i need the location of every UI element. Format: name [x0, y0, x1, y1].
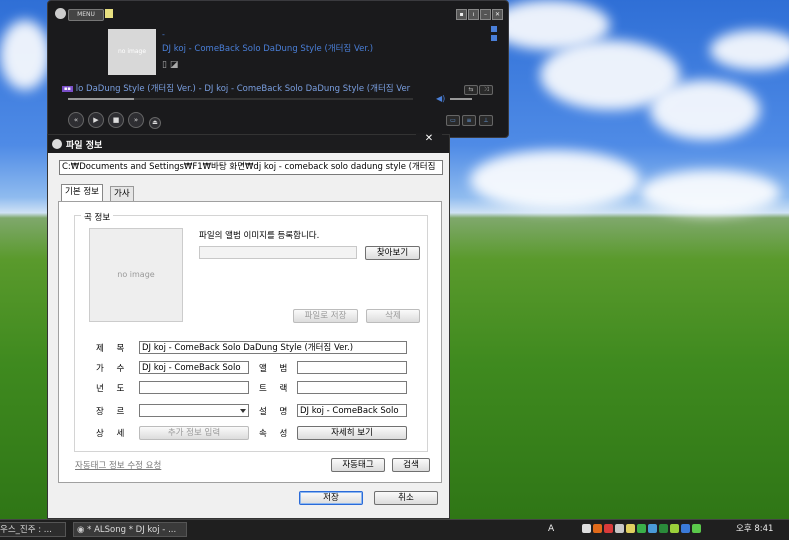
tray-icon[interactable]: [648, 524, 657, 533]
auto-tag-request-link[interactable]: 자동태그 정보 수정 요청: [75, 459, 161, 471]
taskbar-item-alsong[interactable]: ◉ * ALSong * DJ koj - ...: [73, 522, 187, 537]
seek-bar[interactable]: [68, 98, 413, 100]
tray-icon[interactable]: [582, 524, 591, 533]
browse-button[interactable]: 찾아보기: [365, 246, 420, 260]
repeat-button[interactable]: ⇆: [464, 85, 478, 95]
group-label: 곡 정보: [81, 211, 114, 223]
playlist-button[interactable]: ▭: [446, 115, 460, 126]
language-indicator[interactable]: A: [548, 522, 554, 537]
view-details-button[interactable]: 자세히 보기: [297, 426, 407, 440]
artist-field[interactable]: DJ koj - ComeBack Solo: [139, 361, 249, 374]
extra-info-button[interactable]: 추가 정보 입력: [139, 426, 249, 440]
taskbar-item-1[interactable]: 우스_진주 : ...: [0, 522, 66, 537]
save-button[interactable]: 저장: [299, 491, 363, 505]
album-label: 앨 범: [259, 364, 293, 374]
shuffle-button[interactable]: ⤨: [479, 85, 493, 95]
property-label: 속 성: [259, 429, 293, 439]
cloud: [640, 170, 780, 215]
file-info-dialog: 파일 정보 ✕ C:₩Documents and Settings₩F1₩바탕 …: [47, 133, 450, 519]
clock: 오후 8:41: [736, 524, 774, 534]
tab-basic-info[interactable]: 기본 정보: [61, 184, 103, 202]
dialog-title-bar: 파일 정보 ✕: [48, 133, 449, 153]
cloud: [710, 30, 789, 70]
system-tray-icons: [582, 524, 728, 535]
album-art: no image: [108, 29, 156, 75]
equalizer-button[interactable]: ⊥: [479, 115, 493, 126]
album-field[interactable]: [297, 361, 407, 374]
side-indicator-icon: [491, 26, 497, 32]
music-player-window: MENU ▪ ı – ✕ no image - DJ koj - ComeBac…: [47, 0, 509, 138]
seek-bar-fill: [68, 98, 134, 100]
cloud: [470, 150, 640, 210]
format-badge-icon: ▪▪: [62, 85, 73, 92]
tray-icon[interactable]: [593, 524, 602, 533]
side-indicator-icon: [491, 35, 497, 41]
tray-icon[interactable]: [692, 524, 701, 533]
genre-label: 장 르: [96, 407, 130, 417]
taskbar-item-alsong-label: * ALSong * DJ koj - ...: [87, 525, 177, 535]
chevron-down-icon: [240, 409, 246, 413]
dialog-title: 파일 정보: [66, 141, 103, 151]
title-label: 제 목: [96, 344, 130, 354]
tray-icon[interactable]: [681, 524, 690, 533]
cloud: [650, 80, 760, 140]
close-button[interactable]: ✕: [492, 9, 503, 20]
tray-icon[interactable]: [604, 524, 613, 533]
genre-select[interactable]: [139, 404, 249, 417]
scroll-text: lo DaDung Style (개터짐 Ver.) - DJ koj - Co…: [75, 84, 411, 94]
app-logo-icon: [55, 8, 66, 19]
track-label: 트 랙: [259, 384, 293, 394]
skin-icon[interactable]: [105, 9, 113, 18]
device-icon[interactable]: ▯ ◪: [162, 60, 178, 70]
detail-label: 상 세: [96, 429, 130, 439]
title-field[interactable]: DJ koj - ComeBack Solo DaDung Style (개터짐…: [139, 341, 407, 354]
stop-button[interactable]: ■: [108, 112, 124, 128]
mini-mode-button[interactable]: ▪: [456, 9, 467, 20]
file-path-field[interactable]: C:₩Documents and Settings₩F1₩바탕 화면₩dj ko…: [59, 160, 443, 175]
alsong-icon: ◉: [77, 525, 88, 535]
tray-icon[interactable]: [615, 524, 624, 533]
save-to-file-button[interactable]: 파일로 저장: [293, 309, 358, 323]
tab-lyrics[interactable]: 가사: [110, 186, 134, 201]
comment-label: 설 명: [259, 407, 293, 417]
next-button[interactable]: »: [128, 112, 144, 128]
tray-icon[interactable]: [659, 524, 668, 533]
taskbar: 우스_진주 : ... ◉ * ALSong * DJ koj - ... A …: [0, 519, 789, 540]
register-image-text: 파일의 앨범 이미지를 등록합니다.: [199, 231, 320, 241]
image-path-field[interactable]: [199, 246, 357, 259]
minimize-button[interactable]: –: [480, 9, 491, 20]
tray-icon[interactable]: [626, 524, 635, 533]
volume-slider[interactable]: [450, 98, 472, 100]
track-field[interactable]: [297, 381, 407, 394]
cancel-button[interactable]: 취소: [374, 491, 438, 505]
list-view-button[interactable]: ≡: [462, 115, 476, 126]
play-button[interactable]: ▶: [88, 112, 104, 128]
scrolling-track-text: ▪▪ lo DaDung Style (개터짐 Ver.) - DJ koj - …: [62, 82, 418, 94]
tray-icon[interactable]: [637, 524, 646, 533]
track-title: DJ koj - ComeBack Solo DaDung Style (개터짐…: [162, 44, 374, 54]
app-icon: [52, 139, 62, 149]
eject-button[interactable]: ⏏: [149, 117, 161, 129]
tab-panel: 곡 정보 no image 파일의 앨범 이미지를 등록합니다. 찾아보기 파일…: [58, 201, 442, 483]
artist-label: 가 수: [96, 364, 130, 374]
track-dash: -: [162, 30, 165, 39]
comment-field[interactable]: DJ koj - ComeBack Solo: [297, 404, 407, 417]
volume-icon: ◀): [436, 94, 446, 103]
year-field[interactable]: [139, 381, 249, 394]
tray-icon[interactable]: [670, 524, 679, 533]
search-button[interactable]: 검색: [392, 458, 430, 472]
menu-button[interactable]: MENU: [68, 9, 104, 21]
pin-button[interactable]: ı: [468, 9, 479, 20]
previous-button[interactable]: «: [68, 112, 84, 128]
cloud: [0, 20, 50, 90]
album-image-placeholder: no image: [89, 228, 183, 322]
auto-tag-button[interactable]: 자동태그: [331, 458, 385, 472]
delete-button[interactable]: 삭제: [366, 309, 420, 323]
close-icon[interactable]: ✕: [416, 133, 442, 147]
year-label: 년 도: [96, 384, 130, 394]
